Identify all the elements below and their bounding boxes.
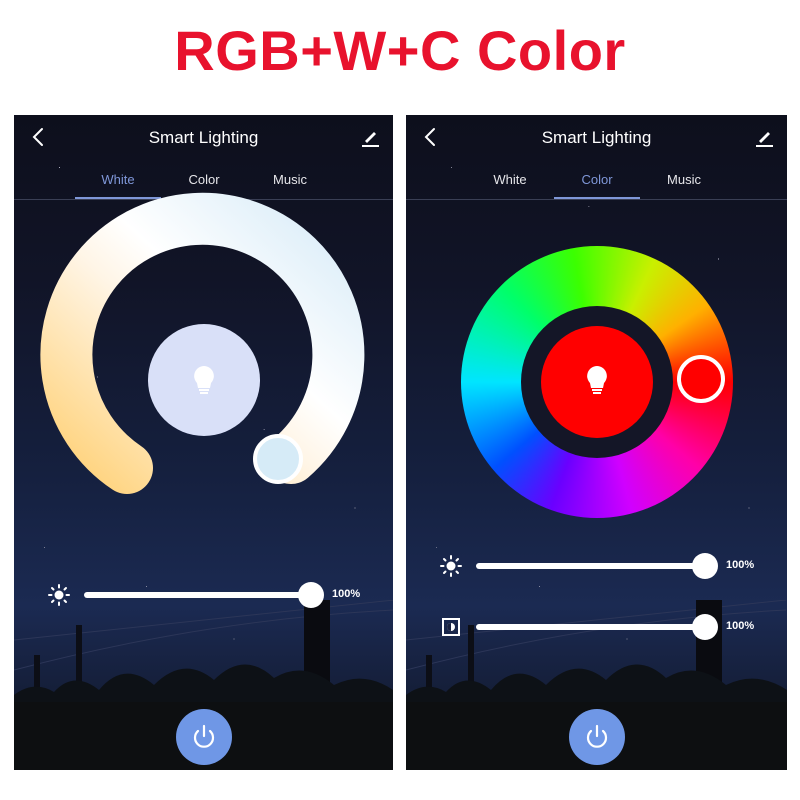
contrast-icon — [442, 618, 460, 636]
sun-icon — [48, 584, 70, 606]
color-temperature-wheel[interactable] — [14, 115, 393, 535]
lightbulb-icon — [587, 366, 607, 394]
saturation-slider-row: 100% — [406, 612, 787, 642]
brightness-slider-row: 100% — [406, 551, 787, 581]
brightness-slider-track[interactable] — [84, 592, 314, 598]
header-bar: Smart Lighting — [406, 115, 787, 159]
pencil-icon[interactable] — [753, 125, 775, 149]
saturation-value: 100% — [726, 620, 755, 632]
sun-icon — [440, 555, 462, 577]
brightness-slider-track[interactable] — [476, 563, 706, 569]
power-button[interactable] — [176, 709, 232, 765]
power-button[interactable] — [569, 709, 625, 765]
power-icon — [193, 724, 215, 748]
tab-music[interactable]: Music — [641, 172, 727, 199]
tab-white[interactable]: White — [467, 172, 553, 199]
brightness-value: 100% — [726, 559, 755, 571]
phone-screen-white: Smart Lighting White Color Music 100% — [14, 115, 393, 770]
hue-selector-handle[interactable] — [677, 355, 725, 403]
saturation-slider-track[interactable] — [476, 624, 706, 630]
brightness-slider-row: 100% — [14, 580, 393, 610]
temperature-selector-handle[interactable] — [253, 434, 303, 484]
power-icon — [586, 724, 608, 748]
brightness-slider-thumb[interactable] — [298, 582, 324, 608]
headline: RGB+W+C Color — [174, 19, 626, 82]
tab-bar: White Color Music — [406, 165, 787, 200]
page-title: Smart Lighting — [541, 128, 652, 147]
phone-screen-color: Smart Lighting White Color Music 100% 10… — [406, 115, 787, 770]
tab-color[interactable]: Color — [554, 172, 640, 199]
brightness-value: 100% — [332, 588, 361, 600]
brightness-slider-thumb[interactable] — [692, 553, 718, 579]
saturation-slider-thumb[interactable] — [692, 614, 718, 640]
